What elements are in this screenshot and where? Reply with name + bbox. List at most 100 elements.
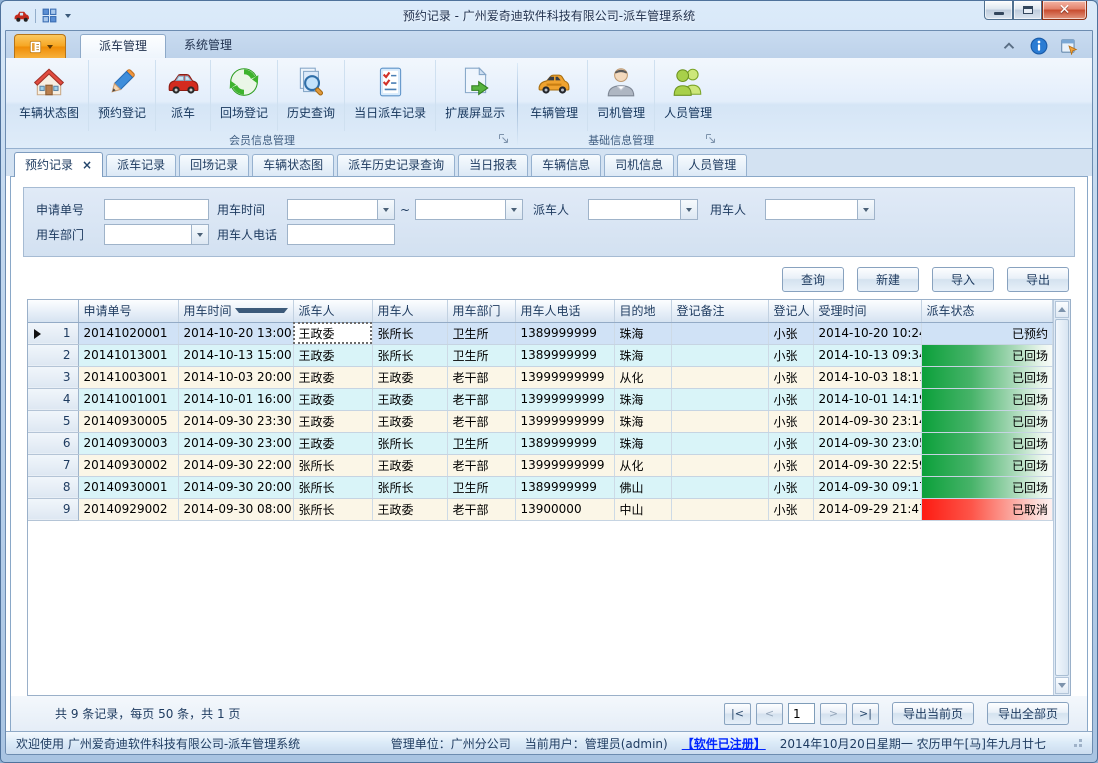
quick-access-toolbar-icon[interactable]	[41, 7, 58, 24]
cell-user[interactable]: 王政委	[372, 366, 447, 388]
table-row[interactable]: 5201409300052014-09-30 23:30王政委王政委老干部139…	[28, 410, 1053, 432]
cell-note[interactable]	[671, 498, 768, 520]
column-header-registrar[interactable]: 登记人	[768, 300, 813, 322]
scroll-down-icon[interactable]	[1055, 677, 1069, 694]
doc-tab-0[interactable]: 预约记录×	[14, 152, 103, 177]
cell-note[interactable]	[671, 344, 768, 366]
quick-access-dropdown-icon[interactable]	[65, 14, 71, 18]
cell-status[interactable]: 已回场	[921, 388, 1053, 410]
cell-status[interactable]: 已回场	[921, 410, 1053, 432]
cell-note[interactable]	[671, 432, 768, 454]
prev-page-button[interactable]: <	[756, 703, 783, 725]
cell-dept[interactable]: 老干部	[447, 388, 515, 410]
scroll-up-icon[interactable]	[1055, 301, 1069, 318]
cell-dept[interactable]: 卫生所	[447, 476, 515, 498]
row-indicator-cell[interactable]: 1	[28, 322, 78, 344]
cell-user[interactable]: 张所长	[372, 322, 447, 344]
dept-select[interactable]	[104, 224, 209, 245]
cell-order_no[interactable]: 20141003001	[78, 366, 178, 388]
row-indicator-cell[interactable]: 8	[28, 476, 78, 498]
cell-registrar[interactable]: 小张	[768, 454, 813, 476]
import-button[interactable]: 导入	[932, 267, 994, 292]
cell-phone[interactable]: 13999999999	[515, 454, 614, 476]
chevron-down-icon[interactable]	[857, 200, 874, 219]
cell-dept[interactable]: 老干部	[447, 498, 515, 520]
export-current-page-button[interactable]: 导出当前页	[892, 702, 974, 725]
cell-accept_time[interactable]: 2014-09-30 23:14	[813, 410, 921, 432]
cell-destination[interactable]: 从化	[614, 454, 671, 476]
chevron-down-icon[interactable]	[377, 200, 394, 219]
ribbon-tab-system-management[interactable]: 系统管理	[166, 34, 250, 58]
table-row[interactable]: 6201409300032014-09-30 23:00王政委张所长卫生所138…	[28, 432, 1053, 454]
cell-use_time[interactable]: 2014-09-30 08:00	[178, 498, 293, 520]
row-indicator-header[interactable]	[28, 300, 78, 322]
cell-order_no[interactable]: 20141013001	[78, 344, 178, 366]
column-header-dept[interactable]: 用车部门	[447, 300, 515, 322]
cell-order_no[interactable]: 20140930001	[78, 476, 178, 498]
row-indicator-cell[interactable]: 7	[28, 454, 78, 476]
query-button[interactable]: 查询	[782, 267, 844, 292]
cell-dispatcher[interactable]: 王政委	[293, 344, 372, 366]
row-indicator-cell[interactable]: 5	[28, 410, 78, 432]
cell-use_time[interactable]: 2014-09-30 20:00	[178, 476, 293, 498]
table-row[interactable]: 9201409290022014-09-30 08:00张所长王政委老干部139…	[28, 498, 1053, 520]
table-row[interactable]: 4201410010012014-10-01 16:00王政委王政委老干部139…	[28, 388, 1053, 410]
table-row[interactable]: 3201410030012014-10-03 20:00王政委王政委老干部139…	[28, 366, 1053, 388]
cell-user[interactable]: 王政委	[372, 410, 447, 432]
column-header-order_no[interactable]: 申请单号	[78, 300, 178, 322]
chevron-down-icon[interactable]	[505, 200, 522, 219]
cell-use_time[interactable]: 2014-09-30 23:30	[178, 410, 293, 432]
cell-status[interactable]: 已回场	[921, 454, 1053, 476]
cell-dept[interactable]: 老干部	[447, 410, 515, 432]
cell-use_time[interactable]: 2014-10-01 16:00	[178, 388, 293, 410]
column-header-dispatcher[interactable]: 派车人	[293, 300, 372, 322]
cell-order_no[interactable]: 20140930002	[78, 454, 178, 476]
cell-note[interactable]	[671, 322, 768, 344]
doc-tab-3[interactable]: 车辆状态图	[252, 154, 334, 176]
phone-input[interactable]	[287, 224, 395, 245]
cell-dispatcher[interactable]: 王政委	[293, 410, 372, 432]
license-link[interactable]: 【软件已注册】	[682, 735, 766, 752]
cell-accept_time[interactable]: 2014-10-01 14:19	[813, 388, 921, 410]
user-select[interactable]	[765, 199, 875, 220]
cell-destination[interactable]: 珠海	[614, 344, 671, 366]
chevron-down-icon[interactable]	[680, 200, 697, 219]
column-header-status[interactable]: 派车状态	[921, 300, 1053, 322]
cell-use_time[interactable]: 2014-10-03 20:00	[178, 366, 293, 388]
cell-dept[interactable]: 卫生所	[447, 322, 515, 344]
cell-phone[interactable]: 13999999999	[515, 388, 614, 410]
cell-registrar[interactable]: 小张	[768, 498, 813, 520]
table-row[interactable]: 8201409300012014-09-30 20:00张所长张所长卫生所138…	[28, 476, 1053, 498]
about-software-icon[interactable]	[1060, 37, 1078, 55]
cell-order_no[interactable]: 20141020001	[78, 322, 178, 344]
page-number-input[interactable]	[788, 703, 815, 724]
cell-dept[interactable]: 老干部	[447, 454, 515, 476]
cell-phone[interactable]: 13999999999	[515, 410, 614, 432]
cell-note[interactable]	[671, 410, 768, 432]
cell-user[interactable]: 张所长	[372, 432, 447, 454]
cell-use_time[interactable]: 2014-09-30 22:00	[178, 454, 293, 476]
cell-phone[interactable]: 1389999999	[515, 344, 614, 366]
ribbon-button-driver[interactable]: 司机管理	[587, 60, 654, 131]
cell-phone[interactable]: 13900000	[515, 498, 614, 520]
doc-tab-5[interactable]: 当日报表	[458, 154, 528, 176]
row-indicator-cell[interactable]: 3	[28, 366, 78, 388]
cell-user[interactable]: 王政委	[372, 454, 447, 476]
cell-dispatcher[interactable]: 王政委	[293, 388, 372, 410]
column-header-note[interactable]: 登记备注	[671, 300, 768, 322]
use-time-to-select[interactable]	[415, 199, 523, 220]
first-page-button[interactable]: |<	[724, 703, 751, 725]
cell-registrar[interactable]: 小张	[768, 366, 813, 388]
cell-status[interactable]: 已取消	[921, 498, 1053, 520]
cell-user[interactable]: 王政委	[372, 388, 447, 410]
cell-phone[interactable]: 13999999999	[515, 366, 614, 388]
export-button[interactable]: 导出	[1007, 267, 1069, 292]
close-button[interactable]: ✕	[1042, 1, 1087, 20]
column-header-destination[interactable]: 目的地	[614, 300, 671, 322]
use-time-from-select[interactable]	[287, 199, 395, 220]
cell-destination[interactable]: 佛山	[614, 476, 671, 498]
doc-tab-7[interactable]: 司机信息	[604, 154, 674, 176]
column-header-use_time[interactable]: 用车时间	[178, 300, 293, 322]
table-row[interactable]: 7201409300022014-09-30 22:00张所长王政委老干部139…	[28, 454, 1053, 476]
column-header-phone[interactable]: 用车人电话	[515, 300, 614, 322]
